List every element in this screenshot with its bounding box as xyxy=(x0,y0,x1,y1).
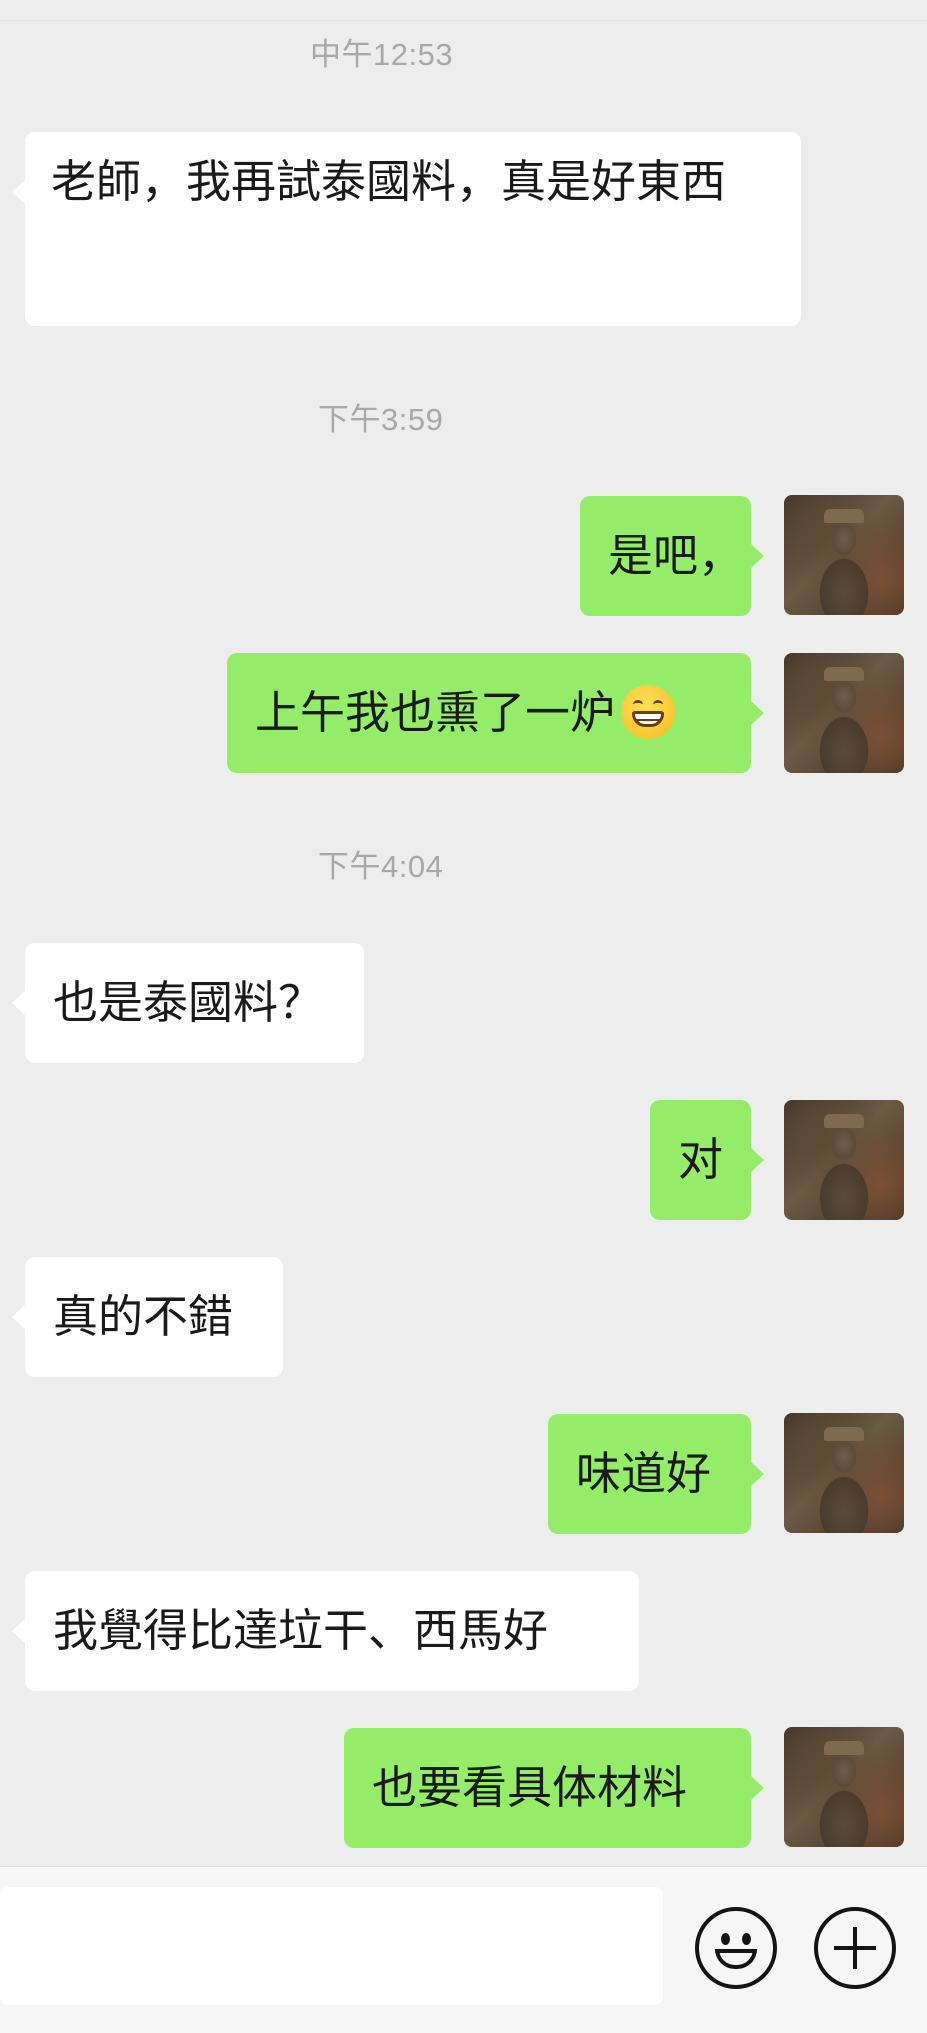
buddha-statue-avatar[interactable] xyxy=(784,653,904,773)
plus-circle-icon[interactable] xyxy=(814,1907,896,1989)
message-bubble-incoming[interactable]: 也是泰國料？ xyxy=(12,943,364,1063)
message-bubble-outgoing[interactable]: 对 xyxy=(650,1100,764,1220)
message-text: 是吧， xyxy=(608,529,744,582)
message-bubble-incoming[interactable]: 真的不錯 xyxy=(12,1257,283,1377)
timestamp: 下午4:04 xyxy=(318,849,444,884)
message-bubble-outgoing[interactable]: 上午我也熏了一炉 xyxy=(227,653,764,773)
message-text: 味道好 xyxy=(576,1447,712,1500)
grinning-face-emoji xyxy=(621,685,676,739)
smiley-face-icon[interactable] xyxy=(695,1907,777,1989)
message-text: 对 xyxy=(678,1133,724,1186)
message-bubble-outgoing[interactable]: 味道好 xyxy=(548,1414,764,1534)
timestamp: 中午12:53 xyxy=(310,37,454,72)
header-divider xyxy=(0,20,927,21)
timestamp: 下午3:59 xyxy=(318,402,444,437)
chat-input-bar xyxy=(0,1866,927,2033)
message-text: 也是泰國料？ xyxy=(53,976,324,1029)
message-text: 真的不錯 xyxy=(53,1290,234,1343)
buddha-statue-avatar[interactable] xyxy=(784,1413,904,1533)
buddha-statue-avatar[interactable] xyxy=(784,1100,904,1220)
message-input[interactable] xyxy=(0,1887,663,2005)
buddha-statue-avatar[interactable] xyxy=(784,495,904,615)
message-bubble-incoming[interactable]: 我覺得比達垃干、西馬好 xyxy=(12,1571,639,1691)
message-bubble-incoming[interactable]: 老師，我再試泰國料，真是好東西 xyxy=(12,132,801,326)
message-text: 老師，我再試泰國料，真是好東西 xyxy=(51,155,727,208)
message-bubble-outgoing[interactable]: 也要看具体材料 xyxy=(344,1728,764,1848)
message-text: 也要看具体材料 xyxy=(372,1761,688,1814)
message-text: 上午我也熏了一炉 xyxy=(255,686,616,739)
message-bubble-outgoing[interactable]: 是吧， xyxy=(580,496,764,616)
message-text: 我覺得比達垃干、西馬好 xyxy=(53,1604,549,1657)
buddha-statue-avatar[interactable] xyxy=(784,1727,904,1847)
